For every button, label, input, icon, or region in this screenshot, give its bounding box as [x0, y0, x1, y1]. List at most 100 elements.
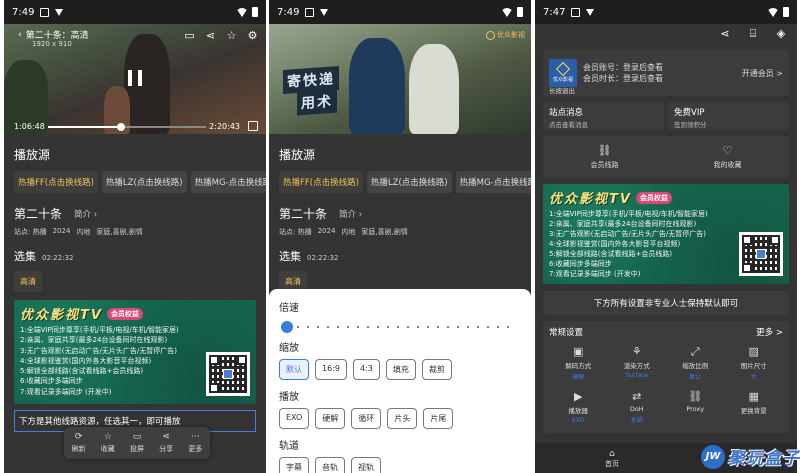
benefit-item: 4:全球影视鉴赏(国内外各大影音平台视频) [20, 356, 152, 365]
share-icon[interactable]: ⋖ [719, 28, 731, 40]
play-option-loop[interactable]: 循环 [351, 408, 382, 429]
meta-year: 2024 [52, 227, 71, 235]
meta-genre: 家庭,喜剧,剧情 [96, 228, 143, 236]
back-icon[interactable]: ‹ [18, 30, 22, 40]
decode-icon: ▣ [573, 345, 584, 358]
vip-banner[interactable]: 优众影视TV 会员权益 1:全端VIP同步尊享(手机/平板/电视/车机/智能家居… [543, 184, 789, 284]
favorite-button[interactable]: ☆ 收藏 [101, 432, 115, 454]
play-option-ending[interactable]: 片尾 [423, 408, 454, 429]
battery-icon [783, 7, 789, 17]
setting-image-size[interactable]: ▨ 图片尺寸大 [725, 346, 784, 382]
scale-option-fill[interactable]: 填充 [385, 359, 416, 380]
more-button[interactable]: ⋯ 更多 [188, 432, 202, 454]
player-icon: ▶ [574, 390, 583, 403]
setting-proxy[interactable]: ⛓ Proxy [666, 391, 725, 424]
battery-icon [252, 7, 258, 17]
cast-icon[interactable]: ▭ [184, 30, 195, 41]
site-message-title: 站点消息 [549, 108, 584, 118]
meta-genre: 家庭,喜剧,剧情 [361, 228, 408, 236]
track-option-video[interactable]: 视轨 [351, 457, 381, 473]
notification-icon [40, 7, 50, 17]
player-settings-sheet: 倍速 缩放 默认 16:9 4:3 填充 裁剪 播放 EXO 硬解 循环 片头 … [269, 289, 531, 473]
line-chip-ff[interactable]: 热播FF(点击换线路) [14, 171, 98, 193]
line-chip-lz[interactable]: 热播LZ(点击换线路) [366, 171, 452, 193]
theme-icon[interactable]: ◈ [775, 28, 787, 40]
scale-option-16-9[interactable]: 16:9 [315, 359, 347, 380]
setting-render[interactable]: ⚘ 渲染方式 Surface [608, 346, 667, 381]
star-icon[interactable]: ☆ [226, 30, 237, 41]
wifi-icon [236, 7, 248, 17]
play-option-exo[interactable]: EXO [279, 408, 310, 429]
line-list: 热播FF(点击换线路) 热播LZ(点击换线路) 热播MG-点击换线路 [279, 171, 531, 193]
vip-lines-link[interactable]: ⛓ 会员线路 [591, 144, 619, 170]
scale-option-crop[interactable]: 裁剪 [421, 359, 452, 380]
nav-home[interactable]: ⌂ 首页 [605, 449, 619, 469]
vip-banner[interactable]: 优众影视TV 会员权益 1:全端VIP同步尊享(手机/平板/电视/车机/智能家居… [14, 300, 256, 404]
scan-icon[interactable]: ⌸ [747, 28, 759, 40]
fullscreen-icon[interactable] [248, 121, 258, 131]
meta-year: 2024 [317, 227, 336, 235]
brief-link[interactable]: 简介 › [74, 208, 97, 220]
brand-logo-icon [486, 30, 495, 40]
setting-player[interactable]: ▶ 播放器 EXO [549, 390, 608, 425]
pause-button[interactable] [128, 70, 142, 86]
account-card[interactable]: 优众影视 会员账号：登录后查看 会员时长：登录后查看 开通会员 > 长按退出 [543, 50, 789, 96]
favorites-link[interactable]: ♡ 我的收藏 [714, 144, 742, 170]
speed-knob[interactable] [281, 321, 293, 333]
video-player[interactable]: 寄快递 用术 优众影视 [269, 24, 531, 134]
line-chip-mg[interactable]: 热播MG-点击换线路 [190, 171, 266, 193]
play-option-opening[interactable]: 片头 [387, 408, 418, 429]
banner-benefits: 1:全端VIP同步尊享(手机/平板/电视/车机/智能家居) 2:亲属、家庭共享(… [14, 323, 194, 401]
battery-icon [517, 7, 523, 17]
setting-background[interactable]: ▦ 更换背景 [725, 391, 784, 424]
episode-title: 第二十条 [14, 207, 63, 221]
line-list: 热播FF(点击换线路) 热播LZ(点击换线路) 热播MG-点击换线路 [14, 171, 266, 193]
scale-label: 缩放 [279, 343, 299, 354]
play-option-hw-decode[interactable]: 硬解 [315, 408, 346, 429]
free-vip-title: 免费VIP [674, 108, 705, 118]
background-icon: ▦ [748, 390, 759, 403]
setting-decode[interactable]: ▣ 解码方式 硬解 [549, 345, 608, 382]
speed-slider[interactable] [279, 317, 521, 337]
free-vip-card[interactable]: 免费VIP 签到领积分 [668, 102, 789, 130]
video-player[interactable]: ‹ 第二十条：高清 1920 x 910 ▭ ⋖ ☆ ⚙ 1:06:48 2:2… [4, 24, 266, 134]
speed-label: 倍速 [279, 303, 299, 314]
play-label: 播放 [279, 392, 299, 403]
line-chip-lz[interactable]: 热播LZ(点击换线路) [101, 171, 187, 193]
share-icon[interactable]: ⋖ [205, 30, 216, 41]
settings-icon[interactable]: ⚙ [247, 30, 258, 41]
watermark-text: 聚玩盒子 [728, 449, 800, 469]
benefit-item: 1:全端VIP同步尊享(手机/平板/电视/车机/智能家居) [20, 326, 179, 334]
brief-link[interactable]: 简介 › [339, 208, 362, 220]
banner-badge: 会员权益 [106, 307, 143, 320]
benefit-item: 5:解锁全部线路(含试看线路+会员线路) [549, 250, 673, 258]
time-total: 2:20:43 [209, 122, 240, 131]
qr-code-icon [206, 352, 250, 396]
line-chip-ff[interactable]: 热播FF(点击换线路) [279, 171, 363, 193]
cast-button[interactable]: ▭ 投屏 [130, 432, 144, 454]
open-vip-link[interactable]: 开通会员 > [742, 68, 783, 79]
track-option-subtitle[interactable]: 字幕 [279, 457, 309, 473]
site-message-card[interactable]: 站点消息 点击查看消息 [543, 102, 664, 130]
benefit-item: 7:观看记录多端同步 (开发中) [20, 387, 112, 396]
scale-option-default[interactable]: 默认 [279, 359, 309, 380]
refresh-icon: ⟳ [74, 432, 83, 442]
seek-knob[interactable] [116, 123, 125, 131]
quality-chip[interactable]: 高清 [14, 271, 42, 292]
meta-region: 内地 [76, 228, 91, 236]
benefit-item: 3:无广告观影(无启动广告/无片头广告/无暂停广告) [20, 346, 177, 355]
meta-row: 站点: 热播 2024 内地 家庭,喜剧,剧情 [14, 227, 256, 237]
scale-option-4-3[interactable]: 4:3 [352, 359, 380, 380]
setting-doh[interactable]: ⇄ DoH 系统 [608, 391, 667, 425]
floating-action-bar: ⟳ 刷新 ☆ 收藏 ▭ 投屏 ⋖ 分享 ⋯ 更多 [64, 427, 210, 459]
duration-label: 会员时长：登录后查看 [583, 74, 663, 83]
setting-scale[interactable]: ⤢ 缩放比例 默认 [666, 346, 725, 382]
seek-bar[interactable] [48, 123, 206, 131]
line-chip-mg[interactable]: 热播MG-点击换线路 [455, 171, 531, 193]
refresh-button[interactable]: ⟳ 刷新 [72, 432, 86, 454]
track-option-audio[interactable]: 音轨 [315, 457, 345, 473]
share-button[interactable]: ⋖ 分享 [159, 432, 173, 454]
notification-icon [305, 7, 315, 17]
general-settings-more[interactable]: 更多 > [756, 326, 783, 338]
brand-watermark: 优众影视 [486, 30, 525, 40]
